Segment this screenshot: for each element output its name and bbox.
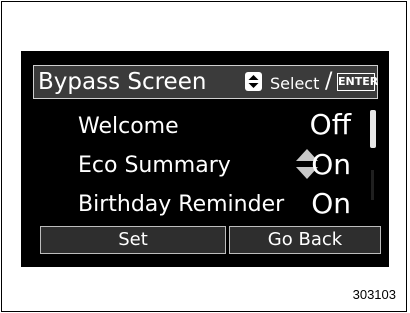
select-hint-label: Select [270, 74, 320, 93]
scrollbar-track[interactable] [371, 170, 374, 200]
screen-title: Bypass Screen [38, 69, 207, 95]
screen-header: Bypass Screen Select / ENTER [33, 65, 378, 99]
set-button[interactable]: Set [40, 226, 226, 254]
display-screen: Bypass Screen Select / ENTER Welcome Off… [21, 51, 389, 267]
figure-number: 303103 [352, 287, 396, 302]
hint-separator: / [325, 69, 333, 94]
menu-item-birthday-reminder-label[interactable]: Birthday Reminder [78, 191, 284, 219]
scrollbar-thumb[interactable] [370, 110, 376, 148]
menu-item-welcome-value[interactable]: Off [310, 110, 351, 140]
menu-item-welcome-label[interactable]: Welcome [78, 113, 179, 141]
menu-item-birthday-reminder-value[interactable]: On [311, 189, 351, 219]
enter-key-icon: ENTER [337, 73, 378, 91]
menu-item-eco-summary-label[interactable]: Eco Summary [78, 152, 231, 180]
go-back-button[interactable]: Go Back [229, 226, 381, 254]
up-down-key-icon [245, 72, 262, 91]
menu-item-eco-summary-value[interactable]: On [311, 150, 351, 180]
